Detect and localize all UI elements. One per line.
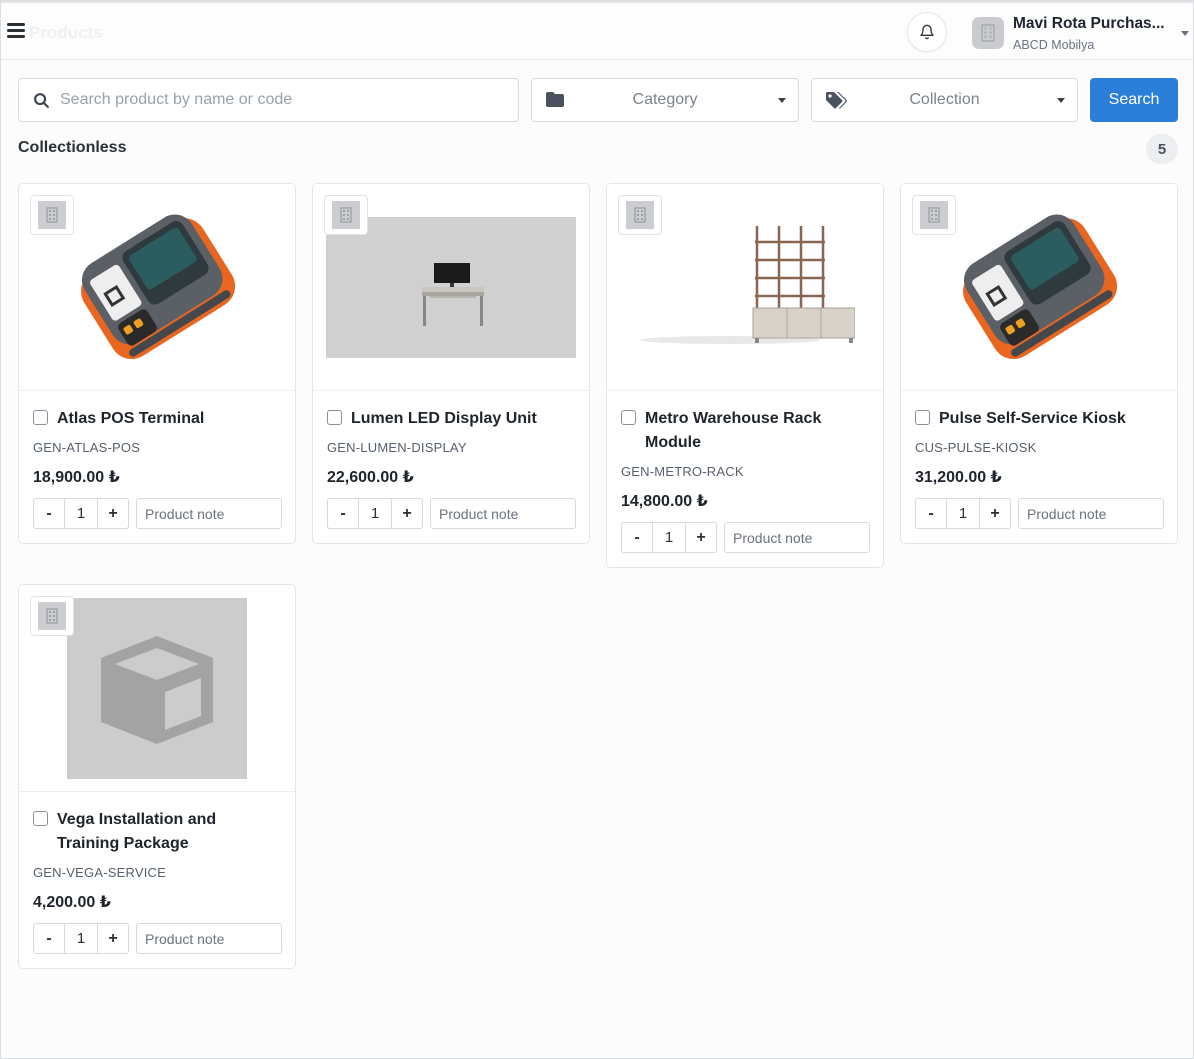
decrement-button[interactable]: -: [622, 523, 652, 552]
rack-image: [640, 226, 855, 344]
page-title: Products: [29, 23, 103, 42]
building-icon: [38, 201, 66, 229]
chevron-down-icon: [778, 98, 786, 103]
quantity-stepper: - 1 +: [621, 522, 717, 553]
company-avatar[interactable]: [972, 17, 1004, 49]
product-name: Pulse Self-Service Kiosk: [939, 410, 1126, 427]
product-price: 14,800.00 ₺: [621, 493, 708, 510]
brand-badge: [30, 195, 74, 235]
select-checkbox[interactable]: [33, 811, 48, 826]
brand-badge: [618, 195, 662, 235]
brand-badge: [324, 195, 368, 235]
increment-button[interactable]: +: [980, 499, 1010, 528]
printer-image: [963, 214, 1118, 360]
building-icon: [626, 201, 654, 229]
brand-badge: [30, 596, 74, 636]
chevron-down-icon: [1057, 98, 1065, 103]
user-company: ABCD Mobilya: [1013, 38, 1095, 52]
display-desk-image: [326, 216, 576, 358]
decrement-button[interactable]: -: [328, 499, 358, 528]
product-name: Metro Warehouse Rack Module: [645, 410, 822, 451]
product-image[interactable]: [313, 184, 589, 391]
folder-icon: [546, 92, 564, 107]
increment-button[interactable]: +: [98, 924, 128, 953]
product-note-input[interactable]: [1018, 498, 1164, 529]
product-code: CUS-PULSE-KIOSK: [915, 440, 1037, 455]
product-name: Atlas POS Terminal: [57, 410, 205, 427]
category-label: Category: [632, 91, 698, 108]
select-checkbox[interactable]: [327, 410, 342, 425]
product-note-input[interactable]: [724, 522, 870, 553]
product-card[interactable]: Vega Installation and Training Package G…: [18, 584, 296, 969]
product-price: 31,200.00 ₺: [915, 469, 1002, 486]
product-image[interactable]: [901, 184, 1177, 391]
collection-select[interactable]: Collection: [811, 78, 1078, 122]
product-image[interactable]: [19, 585, 295, 792]
building-icon: [332, 201, 360, 229]
quantity-value[interactable]: 1: [64, 499, 98, 528]
chevron-down-icon[interactable]: [1181, 31, 1189, 36]
search-field[interactable]: [18, 78, 519, 122]
quantity-value[interactable]: 1: [652, 523, 686, 552]
product-note-input[interactable]: [136, 498, 282, 529]
product-code: GEN-LUMEN-DISPLAY: [327, 440, 467, 455]
product-card[interactable]: Lumen LED Display Unit GEN-LUMEN-DISPLAY…: [312, 183, 590, 544]
search-icon: [33, 92, 50, 109]
top-header: Products Mavi Rota Purchas... ABCD Mobil…: [1, 1, 1193, 60]
quantity-stepper: - 1 +: [915, 498, 1011, 529]
product-code: GEN-ATLAS-POS: [33, 440, 141, 455]
brand-badge: [912, 195, 956, 235]
decrement-button[interactable]: -: [34, 499, 64, 528]
quantity-stepper: - 1 +: [33, 498, 129, 529]
product-card[interactable]: Metro Warehouse Rack Module GEN-METRO-RA…: [606, 183, 884, 568]
select-checkbox[interactable]: [33, 410, 48, 425]
quantity-value[interactable]: 1: [64, 924, 98, 953]
placeholder-box-image: [67, 597, 247, 779]
product-price: 4,200.00 ₺: [33, 894, 111, 911]
collection-label: Collection: [909, 91, 980, 108]
tags-icon: [826, 92, 848, 110]
product-note-input[interactable]: [136, 923, 282, 954]
category-select[interactable]: Category: [531, 78, 799, 122]
quantity-value[interactable]: 1: [358, 499, 392, 528]
quantity-stepper: - 1 +: [33, 923, 129, 954]
product-image[interactable]: [607, 184, 883, 391]
building-icon: [920, 201, 948, 229]
product-image[interactable]: [19, 184, 295, 391]
product-card[interactable]: Atlas POS Terminal GEN-ATLAS-POS 18,900.…: [18, 183, 296, 544]
decrement-button[interactable]: -: [34, 924, 64, 953]
menu-icon[interactable]: [7, 23, 25, 38]
product-name: Lumen LED Display Unit: [351, 410, 537, 427]
count-badge: 5: [1146, 134, 1178, 164]
product-code: GEN-VEGA-SERVICE: [33, 865, 166, 880]
section-title: Collectionless: [18, 139, 127, 156]
increment-button[interactable]: +: [98, 499, 128, 528]
product-code: GEN-METRO-RACK: [621, 464, 744, 479]
notification-button[interactable]: [907, 12, 947, 52]
user-name[interactable]: Mavi Rota Purchas...: [1013, 15, 1173, 33]
printer-image: [81, 214, 236, 360]
select-checkbox[interactable]: [915, 410, 930, 425]
product-name: Vega Installation and Training Package: [57, 811, 217, 852]
select-checkbox[interactable]: [621, 410, 636, 425]
search-button[interactable]: Search: [1090, 78, 1178, 122]
increment-button[interactable]: +: [686, 523, 716, 552]
search-input[interactable]: [60, 91, 490, 109]
quantity-value[interactable]: 1: [946, 499, 980, 528]
decrement-button[interactable]: -: [916, 499, 946, 528]
building-icon: [38, 602, 66, 630]
building-icon: [981, 24, 995, 42]
product-price: 22,600.00 ₺: [327, 469, 414, 486]
product-card[interactable]: Pulse Self-Service Kiosk CUS-PULSE-KIOSK…: [900, 183, 1178, 544]
bell-icon: [920, 24, 934, 40]
increment-button[interactable]: +: [392, 499, 422, 528]
quantity-stepper: - 1 +: [327, 498, 423, 529]
product-price: 18,900.00 ₺: [33, 469, 120, 486]
product-note-input[interactable]: [430, 498, 576, 529]
